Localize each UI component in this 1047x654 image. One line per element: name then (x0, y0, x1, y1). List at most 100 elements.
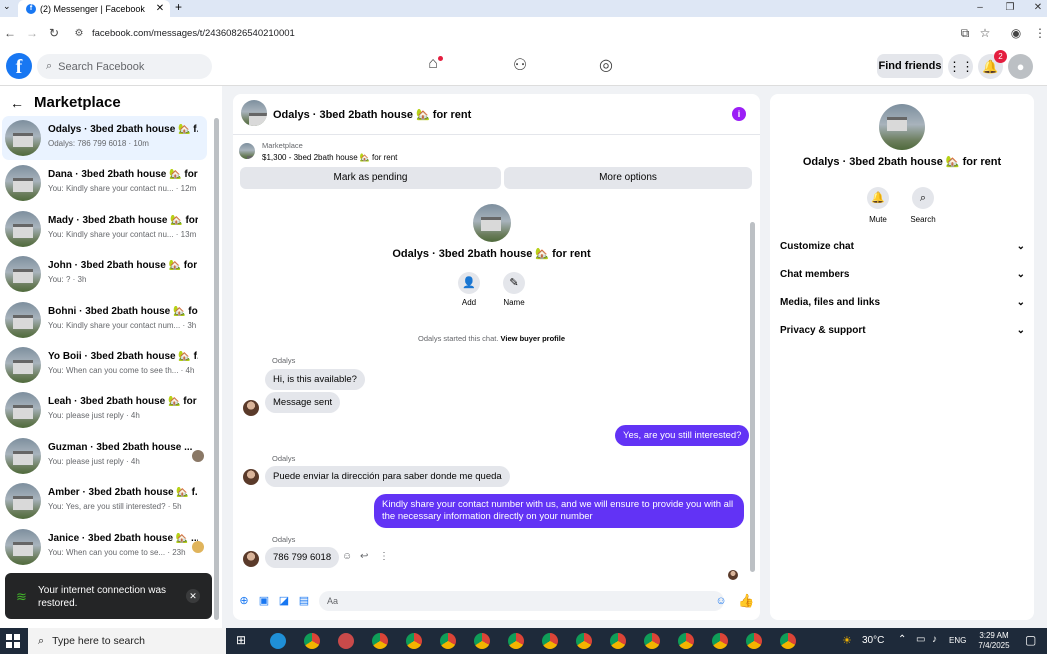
forward-arrow-icon[interactable]: → (22, 23, 42, 43)
chat-avatar[interactable] (241, 100, 267, 126)
facebook-search-input[interactable]: ⌕ Search Facebook (37, 54, 212, 79)
more-options-button[interactable]: More options (504, 167, 752, 189)
conversation-item[interactable]: John · 3bed 2bath house 🏡 for ... You: ? … (2, 252, 207, 296)
friends-icon[interactable]: ⚇ (507, 55, 533, 79)
chrome-icon[interactable] (610, 633, 626, 649)
chrome-icon[interactable] (780, 633, 796, 649)
message-incoming[interactable]: 786 799 6018 (265, 547, 340, 568)
sender-avatar[interactable] (243, 469, 259, 485)
tab-close-icon[interactable]: ✕ (154, 3, 166, 14)
message-incoming[interactable]: Hi, is this available? (265, 369, 365, 390)
reply-icon[interactable]: ↩ (360, 551, 368, 562)
conversation-item[interactable]: Mady · 3bed 2bath house 🏡 for... You: Kin… (2, 207, 207, 251)
tab-list-chevron-icon[interactable]: ⌄ (3, 1, 11, 12)
facebook-logo[interactable]: f (6, 53, 32, 79)
search-icon[interactable]: ⌕ (912, 187, 934, 209)
taskbar-search-input[interactable]: ⌕ Type here to search (28, 628, 226, 654)
info-icon[interactable]: i (732, 107, 746, 121)
conversation-item[interactable]: Bohni · 3bed 2bath house 🏡 for... You: Ki… (2, 298, 207, 342)
conversation-item[interactable]: Leah · 3bed 2bath house 🏡 for ... You: pl… (2, 388, 207, 432)
site-settings-icon[interactable]: ⚙ (72, 28, 86, 39)
gif-icon[interactable]: ▤ (297, 594, 311, 608)
conversation-item[interactable]: Guzman · 3bed 2bath house ... You: please… (2, 434, 207, 478)
edge-icon[interactable] (270, 633, 286, 649)
message-input[interactable]: Aa (319, 591, 724, 611)
conversation-item[interactable]: Yo Boii · 3bed 2bath house 🏡 f... You: Wh… (2, 343, 207, 387)
groups-icon[interactable]: ◎ (593, 55, 619, 79)
toast-close-icon[interactable]: ✕ (186, 589, 200, 603)
privacy-support-row[interactable]: Privacy & support ⌄ (780, 325, 1025, 336)
weather-temp[interactable]: 30°C (862, 635, 884, 646)
action-center-icon[interactable]: ▢ (1025, 633, 1036, 647)
app-icon[interactable] (338, 633, 354, 649)
chat-members-row[interactable]: Chat members ⌄ (780, 269, 1025, 280)
menu-grid-icon[interactable]: ⋮⋮ (948, 54, 974, 79)
bookmark-star-icon[interactable]: ☆ (975, 23, 995, 43)
conversation-list-scrollbar[interactable] (214, 118, 219, 620)
language-indicator[interactable]: ENG (949, 636, 966, 645)
pencil-icon[interactable]: ✎ (503, 272, 525, 294)
back-arrow-icon[interactable]: ← (0, 23, 20, 43)
customize-chat-row[interactable]: Customize chat ⌄ (780, 241, 1025, 252)
message-outgoing[interactable]: Kindly share your contact number with us… (374, 494, 744, 528)
chrome-icon[interactable] (406, 633, 422, 649)
task-view-icon[interactable]: ⊞ (236, 633, 246, 647)
conversation-item[interactable]: Odalys · 3bed 2bath house 🏡 f... Odalys: … (2, 116, 207, 160)
chrome-icon[interactable] (304, 633, 320, 649)
chrome-icon[interactable] (440, 633, 456, 649)
media-files-links-row[interactable]: Media, files and links ⌄ (780, 297, 1025, 308)
chrome-icon[interactable] (644, 633, 660, 649)
thumbs-up-icon[interactable]: 👍 (738, 594, 754, 608)
sender-avatar[interactable] (243, 551, 259, 567)
sticker-icon[interactable]: ◪ (277, 594, 291, 608)
mark-as-pending-button[interactable]: Mark as pending (240, 167, 501, 189)
image-icon[interactable]: ▣ (257, 594, 271, 608)
profile-icon[interactable]: ◉ (1006, 23, 1026, 43)
browser-menu-icon[interactable]: ⋮ (1030, 23, 1047, 43)
conversation-item[interactable]: Dana · 3bed 2bath house 🏡 for ... You: Ki… (2, 161, 207, 205)
listing-thumbnail[interactable] (239, 143, 255, 159)
restore-icon[interactable]: ❐ (996, 0, 1024, 17)
sender-avatar[interactable] (243, 400, 259, 416)
chrome-icon[interactable] (712, 633, 728, 649)
add-action[interactable]: 👤 Add (449, 272, 489, 307)
message-incoming[interactable]: Puede enviar la dirección para saber don… (265, 466, 510, 487)
network-icon[interactable]: ▭ (916, 634, 925, 645)
plus-icon[interactable]: ⊕ (237, 594, 251, 608)
windows-start-icon[interactable] (6, 634, 20, 648)
emoji-icon[interactable]: ☺ (714, 594, 728, 608)
chrome-icon[interactable] (372, 633, 388, 649)
chrome-icon[interactable] (576, 633, 592, 649)
volume-icon[interactable]: ♪ (932, 634, 937, 645)
new-tab-button[interactable]: + (175, 0, 182, 14)
weather-icon[interactable]: ☀ (842, 634, 852, 647)
chat-scrollbar[interactable] (750, 222, 755, 572)
message-incoming[interactable]: Message sent (265, 392, 341, 413)
listing-title[interactable]: $1,300 - 3bed 2bath house 🏡 for rent (262, 153, 397, 162)
message-outgoing[interactable]: Yes, are you still interested? (615, 425, 750, 446)
conversation-item[interactable]: Janice · 3bed 2bath house 🏡 ... You: When… (2, 525, 207, 569)
address-bar[interactable]: ⚙ facebook.com/messages/t/24360826540210… (72, 22, 952, 44)
mute-action[interactable]: 🔔 Mute (858, 187, 898, 224)
account-avatar[interactable]: ● (1008, 54, 1033, 79)
chrome-icon[interactable] (542, 633, 558, 649)
view-buyer-profile-link[interactable]: View buyer profile (501, 334, 565, 343)
more-icon[interactable]: ⋮ (379, 551, 389, 562)
find-friends-button[interactable]: Find friends (877, 54, 943, 78)
back-arrow-icon[interactable]: ← (10, 95, 24, 111)
chrome-icon[interactable] (508, 633, 524, 649)
install-app-icon[interactable]: ⧉ (955, 23, 975, 43)
window-close-icon[interactable]: ✕ (1024, 0, 1047, 17)
name-action[interactable]: ✎ Name (494, 272, 534, 307)
search-action[interactable]: ⌕ Search (903, 187, 943, 224)
browser-tab[interactable]: f (2) Messenger | Facebook ✕ (18, 0, 170, 17)
clock[interactable]: 3:29 AM 7/4/2025 (970, 631, 1018, 651)
reload-icon[interactable]: ↻ (44, 23, 64, 43)
chat-title[interactable]: Odalys · 3bed 2bath house 🏡 for rent (273, 108, 471, 121)
tray-chevron-up-icon[interactable]: ⌃ (898, 634, 906, 645)
bell-icon[interactable]: 🔔 (867, 187, 889, 209)
react-icon[interactable]: ☺ (342, 551, 352, 562)
chrome-icon[interactable] (678, 633, 694, 649)
chrome-icon[interactable] (746, 633, 762, 649)
conversation-item[interactable]: Amber · 3bed 2bath house 🏡 f... You: Yes,… (2, 479, 207, 523)
